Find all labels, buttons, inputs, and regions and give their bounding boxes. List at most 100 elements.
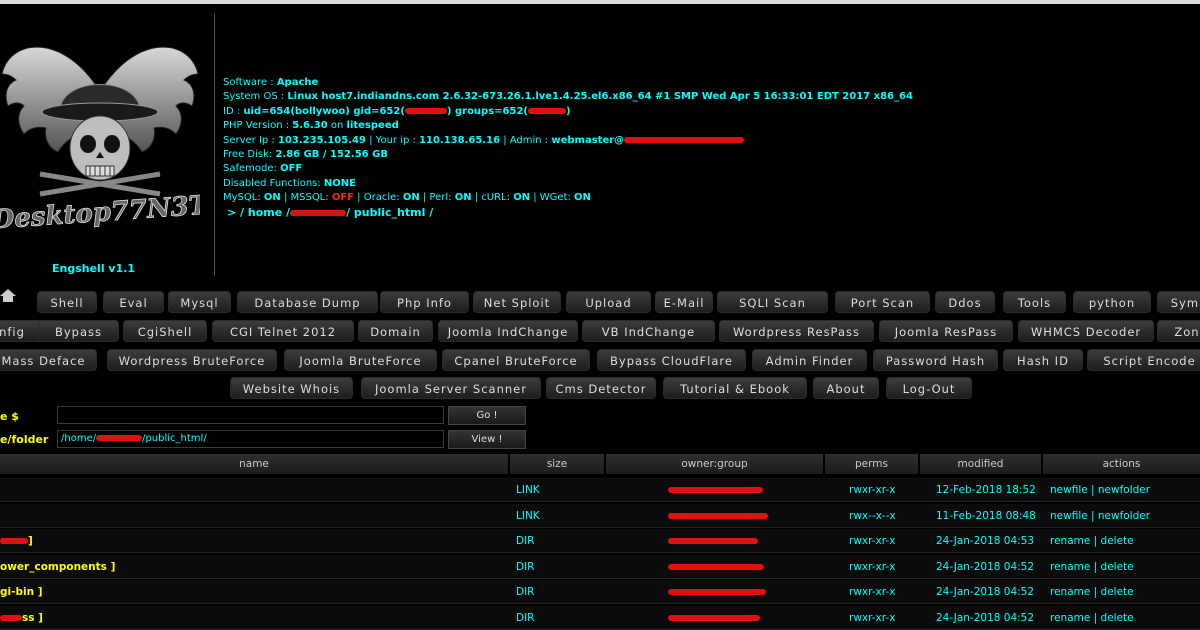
file-perms[interactable]: rwxr-xr-x <box>849 611 895 625</box>
menu-button-cpanel-bruteforce[interactable]: Cpanel BruteForce <box>442 349 590 371</box>
file-perms[interactable]: rwxr-xr-x <box>849 585 895 599</box>
menu-button-shell[interactable]: Shell <box>37 291 97 313</box>
file-owner <box>668 560 764 574</box>
system-info-panel: Software : Apache System OS : Linux host… <box>223 76 913 220</box>
menu-button-cms-detector[interactable]: Cms Detector <box>546 377 656 399</box>
disabled-functions-row: Disabled Functions: NONE <box>223 177 356 189</box>
os-row: System OS : Linux host7.indiandns.com 2.… <box>223 91 913 103</box>
file-size: DIR <box>516 535 535 548</box>
file-modified: 24-Jan-2018 04:53 <box>936 535 1035 548</box>
menu-button-about[interactable]: About <box>813 377 879 399</box>
menu-button-joomla-server-scanner[interactable]: Joomla Server Scanner <box>361 377 541 399</box>
column-header-modified[interactable]: modified <box>920 454 1041 474</box>
modules-row: MySQL: ON | MSSQL: OFF | Oracle: ON | Pe… <box>223 192 591 204</box>
go-button[interactable]: Go ! <box>448 406 526 425</box>
redaction-mark <box>668 512 768 519</box>
menu-button-syml[interactable]: Syml <box>1157 291 1200 313</box>
software-value: Apache <box>276 77 319 88</box>
file-owner <box>668 585 766 599</box>
file-name[interactable]: gi-bin ] <box>0 585 43 599</box>
file-perms[interactable]: rwxr-xr-x <box>849 483 895 497</box>
menu-button-website-whois[interactable]: Website Whois <box>230 377 353 399</box>
safemode-row: Safemode: OFF <box>223 163 303 175</box>
file-modified: 24-Jan-2018 04:52 <box>936 560 1035 573</box>
menu-button-vb-indchange[interactable]: VB IndChange <box>582 320 715 342</box>
file-name[interactable]: ] <box>0 534 33 548</box>
column-header-actions[interactable]: actions <box>1043 454 1200 474</box>
menu-button-cgishell[interactable]: CgiShell <box>123 320 207 342</box>
menu-button-net-sploit[interactable]: Net Sploit <box>473 291 561 313</box>
file-owner <box>668 509 768 523</box>
menu-button-upload[interactable]: Upload <box>566 291 651 313</box>
menu-button-wordpress-bruteforce[interactable]: Wordpress BruteForce <box>107 349 277 371</box>
command-label: e $ <box>0 410 19 423</box>
menu-button-tools[interactable]: Tools <box>1003 291 1066 313</box>
file-name[interactable]: ss ] <box>0 611 43 625</box>
menu-button-ddos[interactable]: Ddos <box>935 291 995 313</box>
home-icon[interactable] <box>0 288 16 302</box>
ip-row: Server Ip : 103.235.105.49 | Your ip : 1… <box>223 134 913 148</box>
menu-button-sqli-scan[interactable]: SQLI Scan <box>717 291 828 313</box>
menu-button-tutorial-ebook[interactable]: Tutorial & Ebook <box>663 377 807 399</box>
menu-button-joomla-indchange[interactable]: Joomla IndChange <box>438 320 578 342</box>
file-perms[interactable]: rwx--x--x <box>849 509 896 523</box>
current-path[interactable]: > / home / / public_html / <box>227 206 913 220</box>
menu-button-zon[interactable]: Zon <box>1157 320 1200 342</box>
file-actions[interactable]: rename | delete <box>1050 585 1134 599</box>
menu-button-eval[interactable]: Eval <box>103 291 164 313</box>
menu-button-admin-finder[interactable]: Admin Finder <box>752 349 867 371</box>
menu-button-log-out[interactable]: Log-Out <box>886 377 972 399</box>
file-modified: 24-Jan-2018 04:52 <box>936 586 1035 599</box>
menu-button-joomla-bruteforce[interactable]: Joomla BruteForce <box>284 349 437 371</box>
menu-button-mysql[interactable]: Mysql <box>168 291 231 313</box>
view-path-input[interactable]: /home//public_html/ <box>57 430 444 448</box>
column-header-name[interactable]: name <box>0 454 508 474</box>
column-header-size[interactable]: size <box>510 454 604 474</box>
menu-button-database-dump[interactable]: Database Dump <box>237 291 378 313</box>
command-input[interactable] <box>57 406 444 424</box>
menu-button-script-encode[interactable]: Script Encode <box>1087 349 1200 371</box>
file-actions[interactable]: rename | delete <box>1050 611 1134 625</box>
file-size: LINK <box>516 509 540 522</box>
redaction-mark <box>528 107 566 114</box>
file-actions[interactable]: rename | delete <box>1050 534 1134 548</box>
redaction-mark <box>290 209 347 216</box>
php-row: PHP Version : 5.6.30 on litespeed <box>223 120 399 132</box>
file-name[interactable]: ower_components ] <box>0 560 115 574</box>
menu-button-cgi-telnet-2012[interactable]: CGI Telnet 2012 <box>212 320 354 342</box>
menu-button-hash-id[interactable]: Hash ID <box>1003 349 1083 371</box>
menu-button-password-hash[interactable]: Password Hash <box>873 349 998 371</box>
menu-button-e-mail[interactable]: E-Mail <box>655 291 713 313</box>
view-button[interactable]: View ! <box>448 430 526 449</box>
file-modified: 12-Feb-2018 18:52 <box>936 484 1036 496</box>
file-perms[interactable]: rwxr-xr-x <box>849 534 895 548</box>
file-modified: 24-Jan-2018 04:52 <box>936 612 1035 624</box>
file-actions[interactable]: newfile | newfolder <box>1050 483 1150 497</box>
menu-button-python[interactable]: python <box>1073 291 1151 313</box>
redaction-mark <box>624 136 745 143</box>
disk-row: Free Disk: 2.86 GB / 152.56 GB <box>223 149 388 161</box>
column-header-owner[interactable]: owner:group <box>606 454 823 474</box>
file-size: DIR <box>516 560 535 573</box>
menu-button-php-info[interactable]: Php Info <box>380 291 469 313</box>
menu-button-port-scan[interactable]: Port Scan <box>835 291 930 313</box>
menu-button-domain[interactable]: Domain <box>358 320 433 342</box>
top-border <box>0 0 1200 4</box>
file-actions[interactable]: rename | delete <box>1050 560 1134 574</box>
menu-button-bypass-cloudflare[interactable]: Bypass CloudFlare <box>597 349 746 371</box>
logo-text: Desktop77N3T <box>0 190 200 235</box>
file-actions[interactable]: newfile | newfolder <box>1050 509 1150 523</box>
view-label: e/folder <box>0 433 49 446</box>
redaction-mark <box>404 107 447 114</box>
os-value: Linux host7.indiandns.com 2.6.32-673.26.… <box>287 91 913 103</box>
menu-button-joomla-respass[interactable]: Joomla ResPass <box>879 320 1013 342</box>
menu-button-wordpress-respass[interactable]: Wordpress ResPass <box>719 320 874 342</box>
menu-button-mass-deface[interactable]: Mass Deface <box>0 349 97 371</box>
file-perms[interactable]: rwxr-xr-x <box>849 560 895 574</box>
column-header-perms[interactable]: perms <box>825 454 918 474</box>
redaction-mark <box>668 615 760 621</box>
menu-button-bypass[interactable]: Bypass <box>38 320 119 342</box>
menu-button-whmcs-decoder[interactable]: WHMCS Decoder <box>1018 320 1154 342</box>
redaction-mark <box>0 538 28 545</box>
file-size: DIR <box>516 586 535 599</box>
